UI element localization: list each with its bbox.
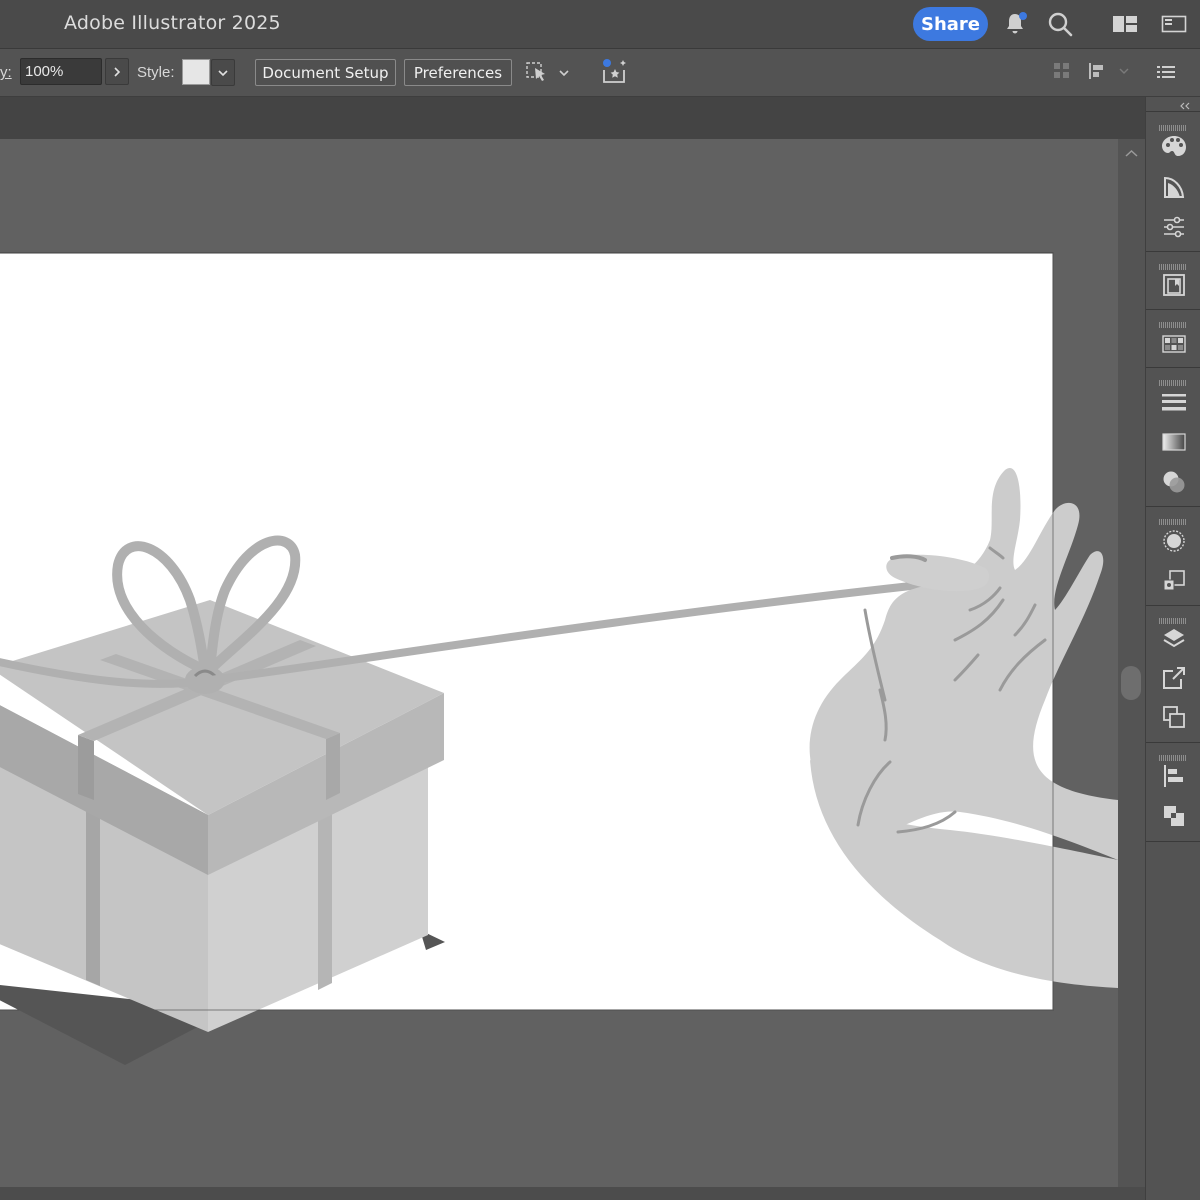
libraries-icon[interactable] [1160,271,1188,299]
panel-layout-icon[interactable] [1160,10,1188,38]
ai-sparkle-icon [603,59,626,83]
style-dropdown-button[interactable] [211,59,235,86]
document-tab-strip [0,97,1145,139]
right-panel-dock [1145,97,1200,1200]
document-setup-button[interactable]: Document Setup [255,59,396,86]
color-palette-icon[interactable] [1160,132,1188,160]
notification-bell-icon[interactable] [1001,10,1029,38]
properties-sliders-icon[interactable] [1160,213,1188,241]
transparency-icon[interactable] [1160,468,1188,496]
search-icon[interactable] [1046,10,1074,38]
graphic-styles-icon[interactable] [1160,567,1188,595]
gradient-icon[interactable] [1160,428,1188,456]
select-similar-icon [526,62,569,81]
export-asset-icon[interactable] [1160,664,1188,692]
share-button[interactable]: Share [913,7,988,41]
control-bar-menu-icon[interactable] [1155,62,1177,82]
chevron-right-icon [114,66,121,77]
status-bar [0,1187,1145,1200]
swatches-icon[interactable] [1160,330,1188,358]
workspace-switcher-icon[interactable] [1111,10,1139,38]
scroll-up-icon[interactable] [1118,143,1145,163]
pathfinder-icon[interactable] [1160,802,1188,830]
collapse-panels-icon[interactable] [1178,101,1192,111]
layers-icon[interactable] [1160,625,1188,653]
align-distribute-icon [1089,63,1129,79]
color-guide-icon[interactable] [1160,174,1188,202]
canvas[interactable] [0,139,1118,1187]
stroke-icon[interactable] [1160,388,1188,416]
title-bar: Adobe Illustrator 2025 Share [0,0,1200,49]
opacity-label: y: [0,64,12,81]
arrange-grid-icon[interactable] [1052,61,1072,81]
artwork-canvas [0,252,1118,1065]
opacity-expand-button[interactable] [105,58,129,85]
generative-ai-button[interactable] [600,57,630,87]
app-title: Adobe Illustrator 2025 [64,12,281,34]
scroll-thumb[interactable] [1121,666,1141,700]
align-icon[interactable] [1160,762,1188,790]
vertical-scrollbar[interactable] [1118,139,1145,1187]
chevron-down-icon [218,69,228,76]
style-label: Style: [137,64,175,81]
align-distribute-button[interactable] [1087,60,1135,82]
artboards-icon[interactable] [1160,703,1188,731]
select-similar-button[interactable] [524,59,574,87]
opacity-input[interactable] [20,58,102,85]
appearance-icon[interactable] [1160,527,1188,555]
style-swatch[interactable] [182,59,210,85]
preferences-button[interactable]: Preferences [404,59,512,86]
